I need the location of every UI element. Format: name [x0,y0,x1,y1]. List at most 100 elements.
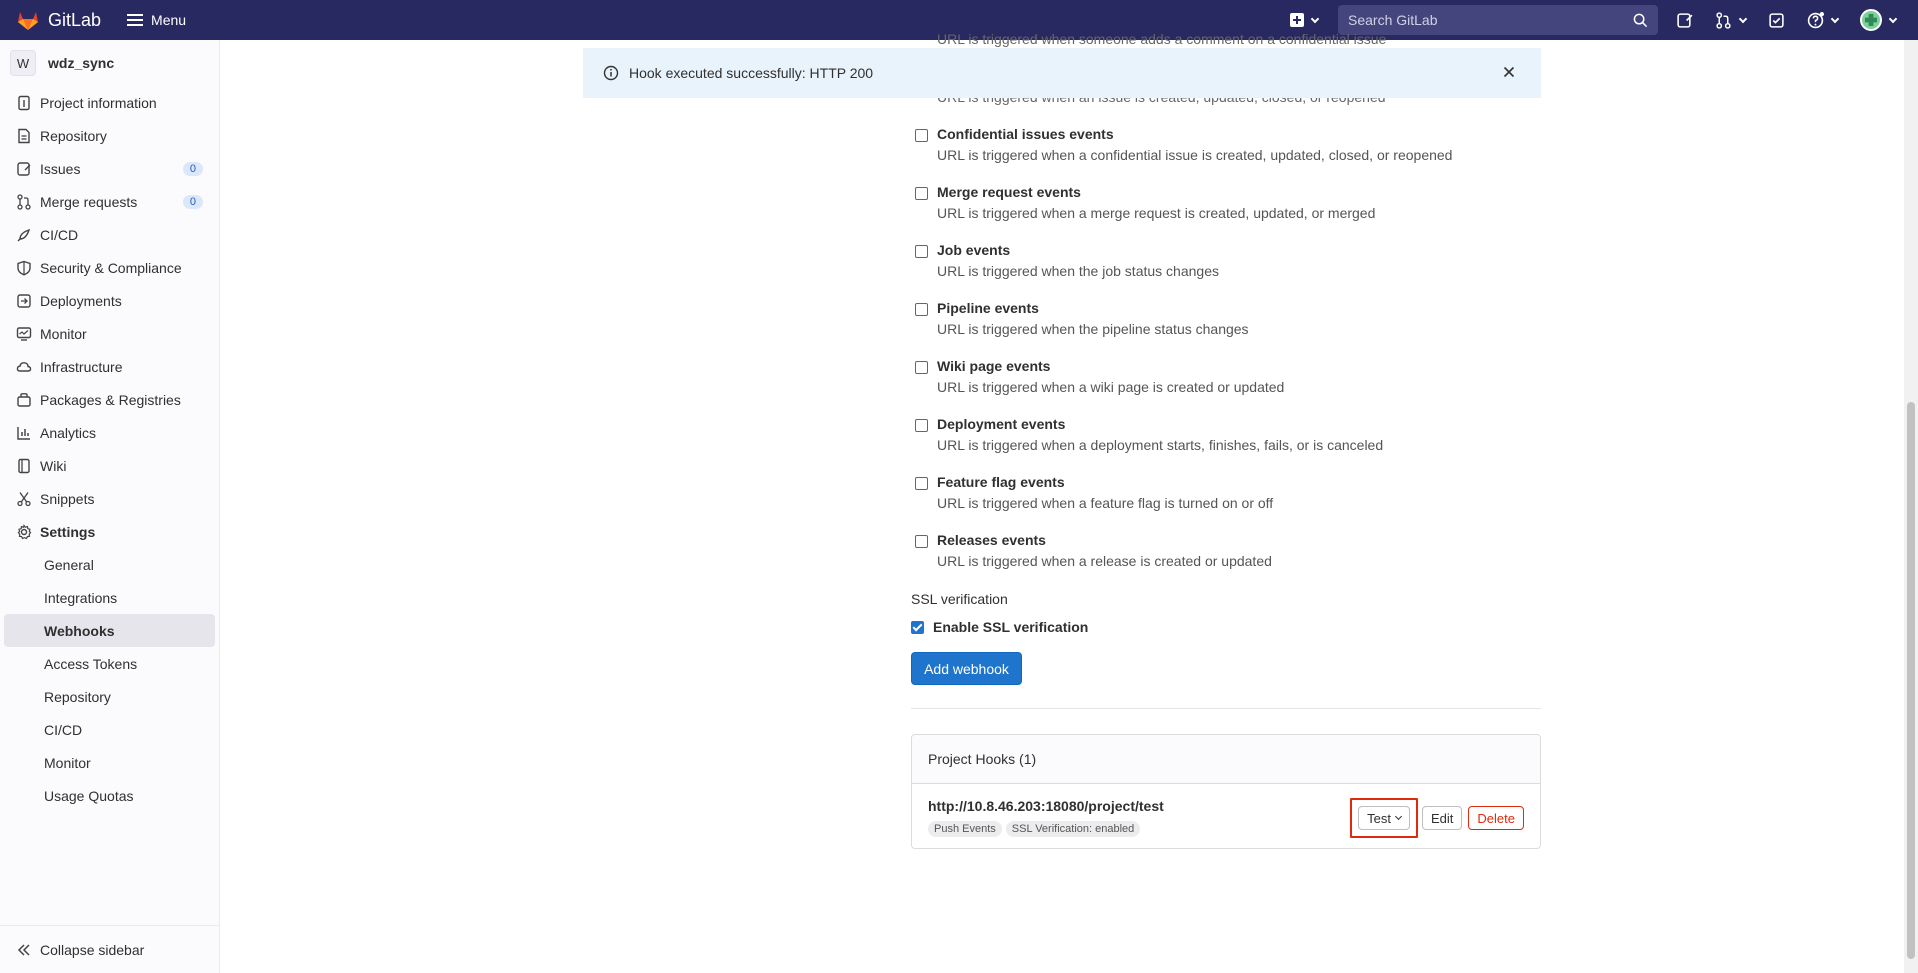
sidebar-item-issues[interactable]: Issues 0 [0,152,219,185]
event-title: Job events [937,242,1011,258]
sidebar-subitem-repository[interactable]: Repository [4,680,215,713]
event-description: URL is triggered when the job status cha… [937,263,1219,279]
event-checkbox[interactable] [915,361,928,374]
issues-icon [1677,12,1693,28]
sidebar-item-packages-registries[interactable]: Packages & Registries [0,383,219,416]
project-hooks-panel: Project Hooks (1) http://10.8.46.203:180… [911,734,1541,849]
delete-hook-button[interactable]: Delete [1468,806,1524,830]
close-icon[interactable] [1501,64,1517,80]
event-title: Deployment events [937,416,1066,432]
issues-icon [17,161,31,176]
merge-requests-count-badge: 0 [182,194,203,209]
merge-requests-shortcut-button[interactable] [1715,11,1748,29]
ssl-section-label: SSL verification [911,591,1008,607]
chevron-down-icon [1310,14,1320,23]
question-icon [1807,11,1824,28]
sidebar-item-label: CI/CD [40,226,79,243]
issues-count-badge: 0 [182,161,203,176]
divider [911,708,1541,709]
chevron-down-icon [1830,14,1840,23]
scrollbar-thumb[interactable] [1907,402,1915,959]
project-name: wdz_sync [48,55,115,71]
sidebar-item-cicd[interactable]: CI/CD [0,218,219,251]
page-scrollbar[interactable] [1904,40,1918,973]
sidebar-item-label: Repository [40,127,107,144]
event-checkbox[interactable] [915,303,928,316]
sidebar-item-merge-requests[interactable]: Merge requests 0 [0,185,219,218]
event-checkbox[interactable] [915,419,928,432]
add-webhook-button[interactable]: Add webhook [911,652,1022,685]
sidebar-subitem-usage-quotas[interactable]: Usage Quotas [4,779,215,812]
sidebar-item-deployments[interactable]: Deployments [0,284,219,317]
tag-push-events: Push Events [928,821,1002,837]
sidebar-item-infrastructure[interactable]: Infrastructure [0,350,219,383]
event-title: Wiki page events [937,358,1051,374]
sidebar-item-repository[interactable]: Repository [0,119,219,152]
doc-icon [18,128,30,143]
sidebar-item-wiki[interactable]: Wiki [0,449,219,482]
rocket-icon [17,228,31,241]
sidebar-subitem-integrations[interactable]: Integrations [4,581,215,614]
chevron-down-icon [1394,812,1403,821]
sidebar-item-security-compliance[interactable]: Security & Compliance [0,251,219,284]
sidebar-subitem-cicd[interactable]: CI/CD [4,713,215,746]
deploy-icon [17,293,31,308]
gitlab-logo[interactable]: GitLab [16,0,101,40]
edit-hook-button[interactable]: Edit [1422,806,1463,830]
new-dropdown-button[interactable] [1290,13,1320,27]
plus-square-icon [1290,13,1304,27]
issues-shortcut-button[interactable] [1676,12,1693,29]
test-dropdown-button[interactable]: Test [1358,806,1411,830]
shield-icon [17,260,31,276]
sidebar-subitem-webhooks[interactable]: Webhooks [4,614,215,647]
menu-label: Menu [151,12,187,28]
event-description: URL is triggered when a deployment start… [937,437,1384,453]
sidebar-subitem-monitor[interactable]: Monitor [4,746,215,779]
sidebar-item-snippets[interactable]: Snippets [0,482,219,515]
sidebar-item-label: Monitor [40,325,87,342]
event-checkbox[interactable] [915,129,928,142]
merge-request-icon [1716,11,1731,29]
event-checkbox[interactable] [915,187,928,200]
event-title: Feature flag events [937,474,1065,490]
help-button[interactable] [1807,11,1840,29]
enable-ssl-checkbox[interactable]: Enable SSL verification [911,619,1088,635]
event-description: URL is triggered when a merge request is… [937,205,1376,221]
scissors-icon [17,491,31,506]
project-sidebar: W wdz_sync Project information Repositor… [0,40,220,973]
menu-button[interactable]: Menu [127,12,186,28]
sidebar-item-label: Issues [40,160,81,177]
sidebar-item-label: Infrastructure [40,358,123,375]
sidebar-item-label: Settings [40,523,96,540]
double-chevron-left-icon [17,943,30,956]
flash-success-alert: Hook executed successfully: HTTP 200 [583,48,1541,98]
collapse-sidebar-button[interactable]: Collapse sidebar [0,925,220,973]
todo-check-icon [1769,12,1784,28]
sidebar-item-monitor[interactable]: Monitor [0,317,219,350]
book-icon [18,458,30,473]
event-title: Merge request events [937,184,1081,200]
test-button-highlight: Test [1350,798,1419,838]
test-label: Test [1367,810,1392,826]
event-checkbox[interactable] [915,245,928,258]
sidebar-project-header[interactable]: W wdz_sync [0,40,219,86]
ssl-checkbox-label: Enable SSL verification [933,619,1089,635]
sidebar-subitem-general[interactable]: General [4,548,215,581]
collapse-sidebar-label: Collapse sidebar [40,941,145,958]
tag-ssl-verification: SSL Verification: enabled [1005,821,1141,837]
sidebar-item-project-information[interactable]: Project information [0,86,219,119]
chevron-down-icon [1738,14,1748,23]
sidebar-item-settings[interactable]: Settings [0,515,219,548]
brand-name: GitLab [48,9,102,30]
event-description: URL is triggered when the pipeline statu… [937,321,1249,337]
sidebar-item-label: Security & Compliance [40,259,182,276]
event-checkbox[interactable] [915,535,928,548]
event-checkbox[interactable] [915,477,928,490]
package-icon [17,392,31,407]
todos-button[interactable] [1768,12,1785,29]
user-menu-button[interactable] [1860,9,1898,31]
monitor-icon [16,326,32,341]
gear-icon [17,523,32,539]
sidebar-subitem-access-tokens[interactable]: Access Tokens [4,647,215,680]
sidebar-item-analytics[interactable]: Analytics [0,416,219,449]
